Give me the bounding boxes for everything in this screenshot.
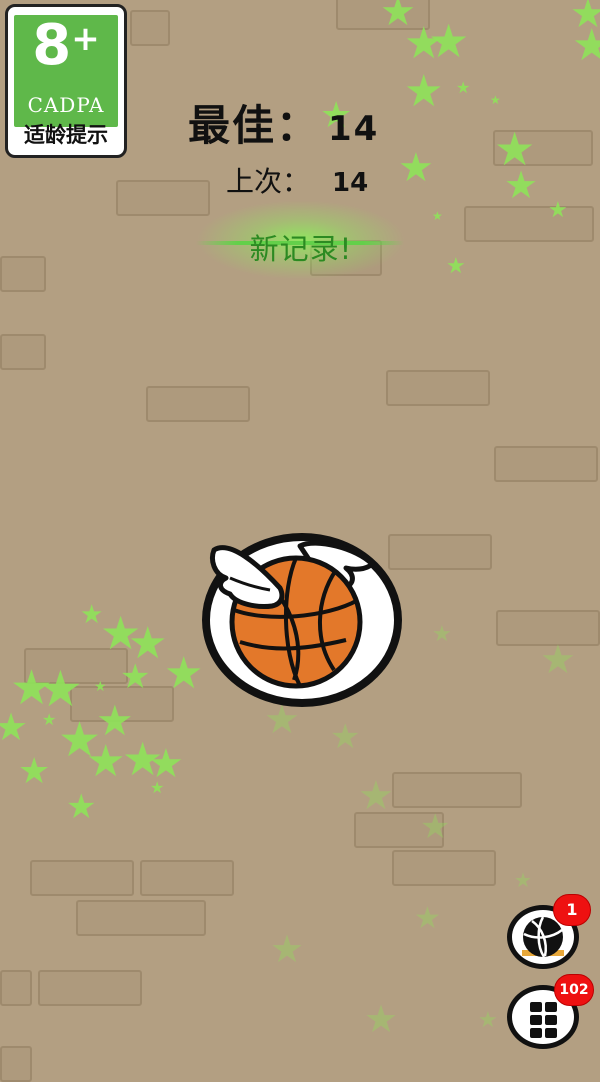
star-icon: ★ xyxy=(548,198,568,223)
star-icon: ★ xyxy=(150,778,165,797)
star-icon: ★ xyxy=(572,20,600,71)
background-brick xyxy=(392,772,522,808)
star-icon: ★ xyxy=(86,736,126,787)
age-rating-value: 8 xyxy=(32,13,72,78)
new-record-text: 新记录! xyxy=(249,232,353,266)
star-icon: ★ xyxy=(18,751,51,792)
background-brick xyxy=(494,446,598,482)
last-score-label: 上次： xyxy=(226,165,311,198)
star-icon: ★ xyxy=(540,637,576,683)
winged-basketball-icon[interactable] xyxy=(196,530,406,710)
background-brick xyxy=(76,900,206,936)
star-icon: ★ xyxy=(0,705,29,749)
star-icon: ★ xyxy=(364,997,399,1041)
background-brick xyxy=(38,970,142,1006)
age-rating-tip: 适龄提示 xyxy=(24,123,108,147)
star-icon: ★ xyxy=(420,807,451,847)
age-rating-org: CADPA xyxy=(27,93,105,117)
star-icon: ★ xyxy=(330,717,361,757)
star-icon: ★ xyxy=(428,14,470,68)
star-icon: ★ xyxy=(432,622,452,647)
background-brick xyxy=(0,970,32,1006)
star-icon: ★ xyxy=(414,901,441,936)
star-icon: ★ xyxy=(66,787,97,827)
star-icon: ★ xyxy=(490,93,501,107)
best-score-label: 最佳： xyxy=(188,101,321,150)
background-brick xyxy=(392,850,496,886)
background-brick xyxy=(0,334,46,370)
star-icon: ★ xyxy=(514,868,532,892)
age-rating-plus: + xyxy=(71,19,100,59)
last-score-value: 14 xyxy=(332,168,369,198)
best-score: 最佳： 14 xyxy=(188,92,379,153)
star-icon: ★ xyxy=(404,66,444,117)
star-icon: ★ xyxy=(358,773,394,819)
star-icon: ★ xyxy=(94,679,107,695)
star-icon: ★ xyxy=(270,927,305,971)
background-brick xyxy=(0,1046,32,1082)
star-icon: ★ xyxy=(38,660,83,718)
star-icon: ★ xyxy=(432,209,443,223)
age-rating-number: 8+ xyxy=(8,13,124,78)
ball-skins-badge: 1 xyxy=(553,894,591,926)
star-icon: ★ xyxy=(478,1008,498,1033)
star-icon: ★ xyxy=(398,145,434,191)
background-brick xyxy=(464,206,594,242)
background-brick xyxy=(130,10,170,46)
background-brick xyxy=(386,370,490,406)
best-score-value: 14 xyxy=(328,109,380,149)
star-icon: ★ xyxy=(504,163,539,207)
last-score: 上次： 14 xyxy=(226,160,368,200)
background-brick xyxy=(0,256,46,292)
background-brick xyxy=(140,860,234,896)
background-brick xyxy=(30,860,134,896)
background-brick xyxy=(146,386,250,422)
age-rating-badge: 8+ CADPA 适龄提示 xyxy=(5,4,127,158)
star-icon: ★ xyxy=(120,657,151,697)
star-icon: ★ xyxy=(446,254,466,279)
star-icon: ★ xyxy=(456,78,471,97)
menu-badge: 102 xyxy=(554,974,594,1006)
star-icon: ★ xyxy=(42,710,57,729)
